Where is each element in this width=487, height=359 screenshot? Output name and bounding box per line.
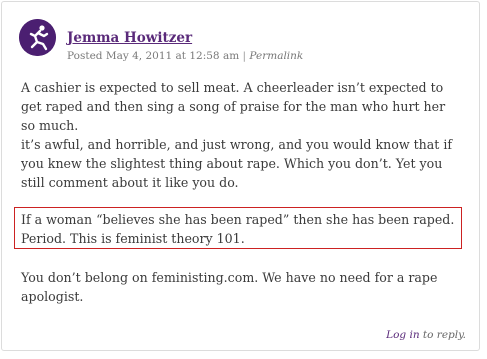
login-link[interactable]: Log in xyxy=(386,329,419,341)
comment-paragraph-1: A cashier is expected to sell meat. A ch… xyxy=(21,80,446,133)
meta-separator: | xyxy=(242,50,247,62)
comment-paragraph-2: it’s awful, and horrible, and just wrong… xyxy=(21,137,453,190)
highlighted-quote-box: If a woman “believes she has been raped”… xyxy=(14,207,462,249)
posted-date: Posted May 4, 2011 at 12:58 am xyxy=(67,50,240,62)
reply-prompt: Log in to reply. xyxy=(386,329,466,341)
running-figure-avatar-icon xyxy=(19,19,56,56)
comment-paragraph-4: You don’t belong on feministing.com. We … xyxy=(21,270,438,304)
comment-meta: Posted May 4, 2011 at 12:58 am | Permali… xyxy=(67,49,303,63)
reply-text: to reply. xyxy=(419,329,466,341)
permalink-link[interactable]: Permalink xyxy=(249,50,303,62)
comment-card: Jemma Howitzer Posted May 4, 2011 at 12:… xyxy=(1,1,480,351)
comment-author-link[interactable]: Jemma Howitzer xyxy=(67,30,192,46)
avatar[interactable] xyxy=(19,19,56,56)
comment-paragraph-3: If a woman “believes she has been raped”… xyxy=(21,212,455,246)
